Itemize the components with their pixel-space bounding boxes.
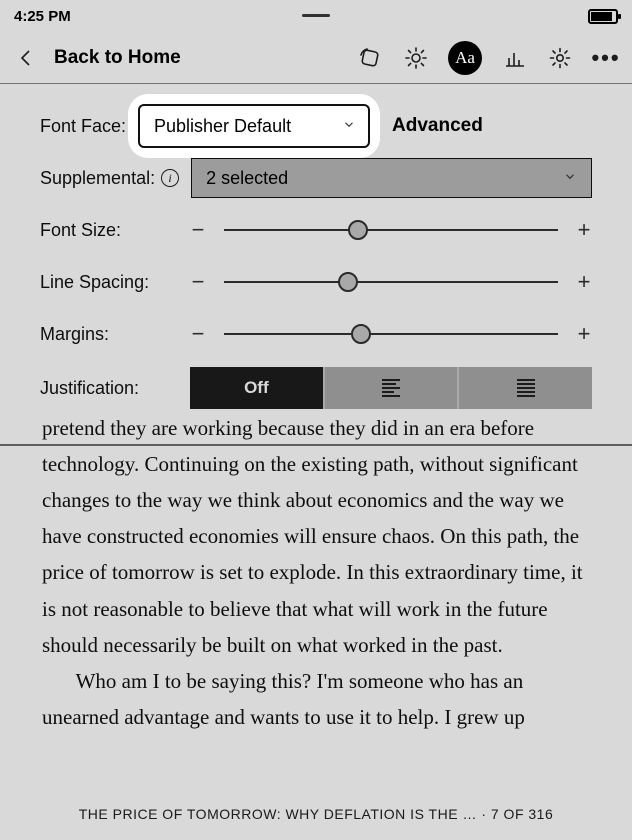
clock: 4:25 PM — [14, 8, 71, 25]
justification-segmented: Off — [190, 367, 592, 409]
brightness-icon[interactable] — [402, 44, 430, 72]
font-settings-icon[interactable]: Aa — [448, 41, 482, 75]
line-spacing-label: Line Spacing: — [40, 272, 190, 293]
line-spacing-minus[interactable]: − — [190, 269, 206, 295]
justification-left[interactable] — [323, 367, 458, 409]
supplemental-value: 2 selected — [206, 168, 288, 189]
font-size-label: Font Size: — [40, 220, 190, 241]
margins-slider[interactable] — [224, 322, 558, 346]
supplemental-dropdown[interactable]: 2 selected — [191, 158, 592, 198]
font-size-slider[interactable] — [224, 218, 558, 242]
back-arrow-icon[interactable] — [12, 44, 40, 72]
gear-icon[interactable] — [546, 44, 574, 72]
align-justify-icon — [517, 379, 535, 397]
justification-off[interactable]: Off — [190, 367, 323, 409]
stats-icon[interactable] — [500, 44, 528, 72]
toolbar-title[interactable]: Back to Home — [54, 47, 181, 69]
justification-label: Justification: — [40, 378, 190, 399]
top-toolbar: Back to Home Aa ••• — [0, 32, 632, 84]
chevron-down-icon — [342, 116, 356, 137]
battery-icon — [588, 9, 618, 24]
info-icon[interactable]: i — [161, 169, 179, 187]
font-face-value: Publisher Default — [154, 116, 291, 137]
line-spacing-slider[interactable] — [224, 270, 558, 294]
font-size-minus[interactable]: − — [190, 217, 206, 243]
status-bar: 4:25 PM — [0, 0, 632, 32]
paragraph: Who am I to be saying this? I'm someone … — [42, 663, 590, 735]
margins-plus[interactable]: + — [576, 321, 592, 347]
align-left-icon — [382, 379, 400, 397]
font-settings-panel: Font Face: Publisher Default Advanced Su… — [0, 84, 632, 446]
margins-minus[interactable]: − — [190, 321, 206, 347]
supplemental-label: Supplemental: i — [40, 168, 179, 189]
margins-label: Margins: — [40, 324, 190, 345]
justification-full[interactable] — [457, 367, 592, 409]
chevron-down-icon — [563, 168, 577, 189]
page-footer: THE PRICE OF TOMORROW: WHY DEFLATION IS … — [0, 788, 632, 840]
advanced-link[interactable]: Advanced — [392, 115, 483, 137]
paragraph: pretend they are working because they di… — [42, 410, 590, 663]
drag-handle[interactable] — [302, 14, 330, 17]
rotate-icon[interactable] — [356, 44, 384, 72]
more-icon[interactable]: ••• — [592, 44, 620, 72]
reading-content[interactable]: pretend they are working because they di… — [0, 410, 632, 788]
font-size-plus[interactable]: + — [576, 217, 592, 243]
line-spacing-plus[interactable]: + — [576, 269, 592, 295]
font-face-dropdown[interactable]: Publisher Default — [138, 104, 370, 148]
font-face-label: Font Face: — [40, 116, 138, 137]
